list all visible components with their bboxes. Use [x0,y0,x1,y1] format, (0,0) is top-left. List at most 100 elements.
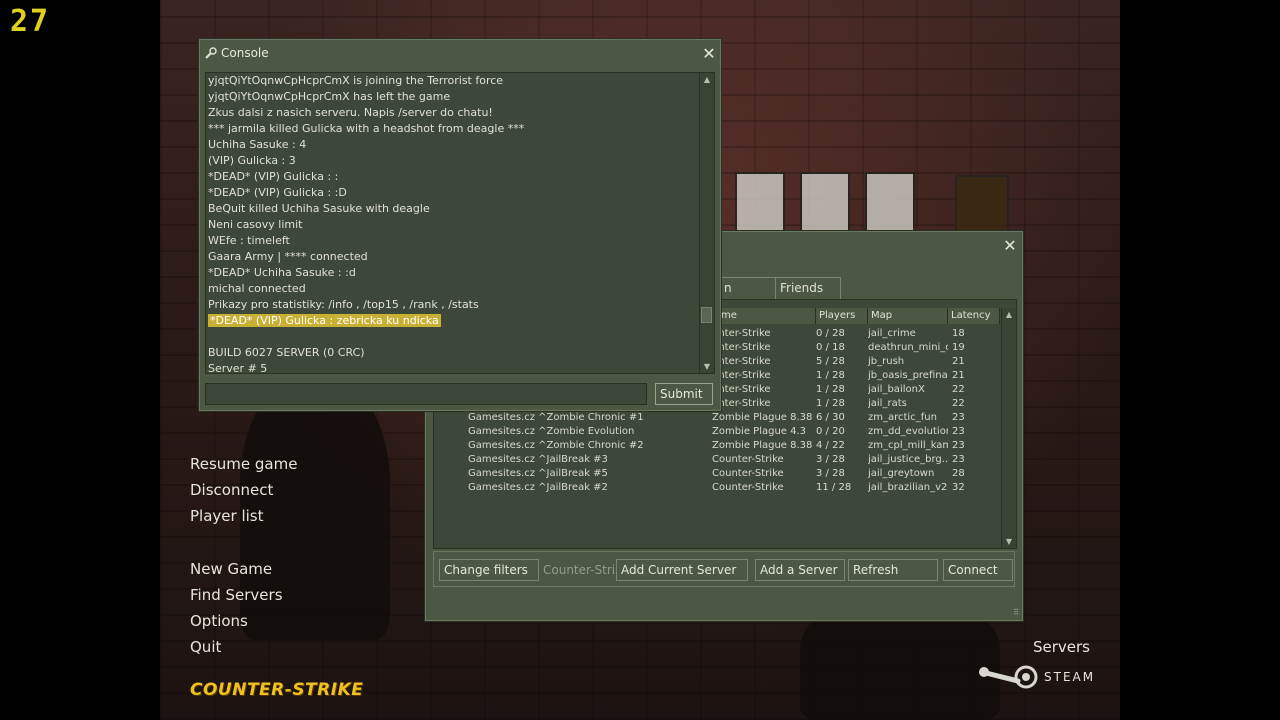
server-cell-game: Zombie Plague 8.387 [712,412,812,423]
add-current-server-button[interactable]: Add Current Server [616,559,748,581]
console-line-text: BUILD 6027 SERVER (0 CRC) [208,346,365,359]
server-cell-players: 1 / 28 [816,370,845,381]
server-cell-name: Gamesites.cz ^Zombie Chronic #2 [468,440,644,451]
steam-label: STEAM [1044,670,1096,684]
server-cell-map: jb_rush [868,356,905,367]
server-cell-latency: 23 [952,426,965,437]
console-line: michal connected [208,281,306,297]
server-cell-name: Gamesites.cz ^Zombie Chronic #1 [468,412,644,423]
server-cell-game: Counter-Strike [712,454,784,465]
close-icon[interactable]: ✕ [1002,238,1018,254]
column-header-name[interactable]: me [718,308,816,324]
counter-strike-logo: COUNTER-STRIKE [190,680,364,700]
console-line-text: BeQuit killed Uchiha Sasuke with deagle [208,202,430,215]
server-row[interactable]: Gamesites.cz ^JailBreak #5 Counter-Strike… [434,468,1000,482]
console-log: ▲ ▼ yjqtQiYtOqnwCpHcprCmX is joining the… [205,72,715,374]
server-cell-latency: 18 [952,328,965,339]
steam-small-icon [205,47,217,59]
steam-icon [979,665,1038,689]
main-menu-group-1: Resume game Disconnect Player list [190,451,297,529]
server-cell-map: jail_rats [868,398,907,409]
filter-summary: Counter-Stri... [543,563,627,577]
column-header-latency[interactable]: Latency [948,308,1000,324]
console-line-text: (VIP) Gulicka : 3 [208,154,296,167]
server-cell-game: unter-Strike [712,328,771,339]
server-row[interactable]: Gamesites.cz ^Zombie Chronic #2 Zombie Pl… [434,440,1000,454]
console-line: yjqtQiYtOqnwCpHcprCmX is joining the Ter… [208,73,503,89]
server-browser-button-bar: Change filters Counter-Stri... Add Curre… [433,551,1015,587]
console-line-text: *DEAD* (VIP) Gulicka : zebricka ku ndick… [208,314,441,327]
console-line: yjqtQiYtOqnwCpHcprCmX has left the game [208,89,450,105]
server-row[interactable]: Gamesites.cz ^JailBreak #2 Counter-Strike… [434,482,1000,496]
server-cell-players: 5 / 28 [816,356,845,367]
server-row[interactable]: Gamesites.cz ^JailBreak #3 Counter-Strike… [434,454,1000,468]
connect-button[interactable]: Connect [943,559,1013,581]
console-titlebar: Console [205,46,269,60]
server-cell-map: jb_oasis_prefinal2 [868,370,948,381]
server-row[interactable]: Gamesites.cz ^Zombie Evolution Zombie Pla… [434,426,1000,440]
menu-item-new-game[interactable]: New Game [190,556,283,582]
server-cell-latency: 22 [952,398,965,409]
server-cell-map: zm_dd_evolution [868,426,948,437]
tab-friends[interactable]: Friends [775,277,841,299]
server-cell-players: 3 / 28 [816,468,845,479]
server-cell-map: jail_crime [868,328,916,339]
menu-item-quit[interactable]: Quit [190,634,283,660]
server-cell-game: unter-Strike [712,356,771,367]
server-list-scrollbar[interactable]: ▲ ▼ [1001,308,1016,548]
scroll-thumb[interactable] [701,307,712,323]
menu-item-resume-game[interactable]: Resume game [190,451,297,477]
console-line: Prikazy pro statistiky: /info , /top15 ,… [208,297,479,313]
server-cell-game: unter-Strike [712,384,771,395]
server-cell-map: jail_greytown [868,468,935,479]
scroll-up-icon[interactable]: ▲ [702,75,712,84]
server-cell-name: Gamesites.cz ^Zombie Evolution [468,426,635,437]
console-line-text: *DEAD* (VIP) Gulicka : :D [208,186,347,199]
console-line: Neni casovy limit [208,217,302,233]
scroll-down-icon[interactable]: ▼ [702,362,712,371]
console-line: BeQuit killed Uchiha Sasuke with deagle [208,201,430,217]
change-filters-button[interactable]: Change filters [439,559,539,581]
column-header-map[interactable]: Map [868,308,948,324]
server-cell-name: Gamesites.cz ^JailBreak #5 [468,468,608,479]
submit-button[interactable]: Submit [655,383,713,405]
menu-item-player-list[interactable]: Player list [190,503,297,529]
server-cell-map: jail_bailonX [868,384,925,395]
console-window: Console ✕ ▲ ▼ yjqtQiYtOqnwCpHcprCmX is j… [198,38,722,412]
main-menu-group-2: New Game Find Servers Options Quit [190,556,283,660]
server-cell-players: 6 / 30 [816,412,845,423]
refresh-button[interactable]: Refresh [848,559,938,581]
scroll-up-icon[interactable]: ▲ [1004,310,1014,319]
server-cell-game: unter-Strike [712,342,771,353]
console-line-text: WEfe : timeleft [208,234,290,247]
server-cell-game: Zombie Plague 8.387 [712,440,812,451]
menu-item-disconnect[interactable]: Disconnect [190,477,297,503]
console-scrollbar[interactable]: ▲ ▼ [699,73,714,373]
console-command-input[interactable] [205,383,647,405]
server-cell-game: unter-Strike [712,370,771,381]
console-line-text: yjqtQiYtOqnwCpHcprCmX has left the game [208,90,451,103]
close-icon[interactable]: ✕ [701,46,717,62]
console-line-text: Server # 5 [208,362,268,374]
resize-grip-icon[interactable]: ⠿ [1013,608,1019,617]
column-header-players[interactable]: Players [816,308,868,324]
console-line-text: Neni casovy limit [208,218,303,231]
server-row[interactable]: Gamesites.cz ^Zombie Chronic #1 Zombie Pl… [434,412,1000,426]
menu-item-options[interactable]: Options [190,608,283,634]
server-cell-latency: 23 [952,440,965,451]
menu-item-find-servers[interactable]: Find Servers [190,582,283,608]
server-cell-players: 0 / 20 [816,426,845,437]
server-cell-map: jail_brazilian_v2 [868,482,948,493]
console-line-text: Gaara Army | **** connected [208,250,368,263]
console-line: (VIP) Gulicka : 3 [208,153,296,169]
scroll-down-icon[interactable]: ▼ [1004,537,1014,546]
servers-menu-item[interactable]: Servers [1033,638,1090,656]
server-cell-game: Counter-Strike [712,482,784,493]
console-line: BUILD 6027 SERVER (0 CRC) [208,345,365,361]
server-cell-players: 1 / 28 [816,398,845,409]
add-a-server-button[interactable]: Add a Server [755,559,845,581]
console-line-text: *** jarmila killed Gulicka with a headsh… [208,122,525,135]
server-cell-latency: 23 [952,412,965,423]
console-line-text: yjqtQiYtOqnwCpHcprCmX is joining the Ter… [208,74,504,87]
server-cell-map: zm_arctic_fun [868,412,937,423]
